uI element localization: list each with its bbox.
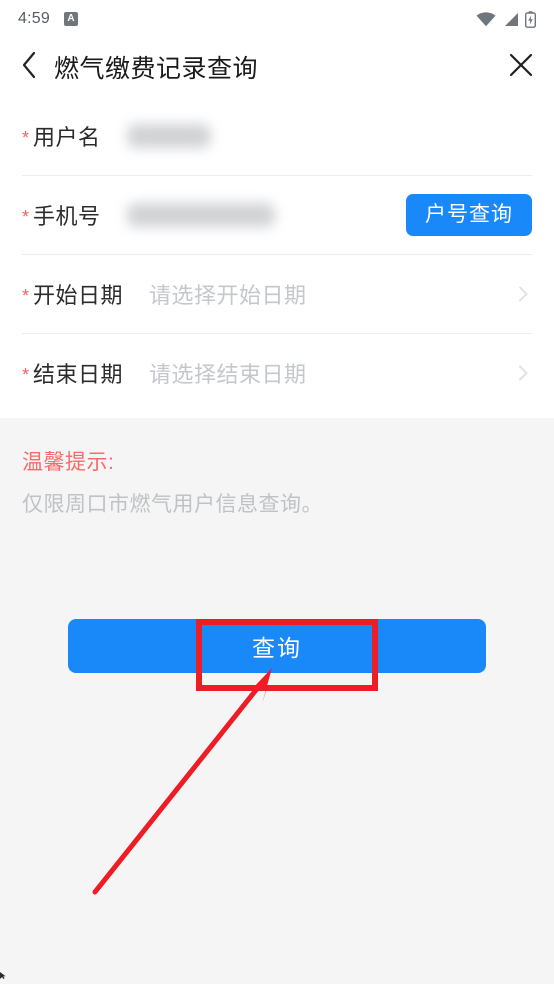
start-date-picker[interactable]: 请选择开始日期 xyxy=(149,278,508,310)
corner-artifact-icon xyxy=(0,972,6,979)
tips-section: 温馨提示: 仅限周口市燃气用户信息查询。 xyxy=(0,418,554,518)
account-lookup-button[interactable]: 户号查询 xyxy=(406,194,532,236)
field-label-phone: 手机号 xyxy=(33,204,101,229)
field-label-start-date: 开始日期 xyxy=(33,283,124,308)
redacted-phone-value xyxy=(126,203,275,227)
required-marker: * xyxy=(22,286,30,306)
form-row-start-date[interactable]: * 开始日期 请选择开始日期 xyxy=(22,254,532,333)
required-marker: * xyxy=(22,365,30,385)
signal-icon xyxy=(502,12,519,27)
status-bar-right xyxy=(476,10,536,28)
tips-body: 仅限周口市燃气用户信息查询。 xyxy=(22,493,323,516)
wifi-icon xyxy=(476,11,496,27)
form-row-end-date[interactable]: * 结束日期 请选择结束日期 xyxy=(22,333,532,412)
required-marker: * xyxy=(22,127,30,148)
page-title: 燃气缴费记录查询 xyxy=(54,55,259,83)
app-notification-icon: A xyxy=(63,12,78,26)
close-button[interactable] xyxy=(506,52,536,82)
phone-screen: 4:59 A 燃气缴费记录查询 * 用户名 * 手机号 户号查询 * 开始日期 … xyxy=(0,0,554,984)
chevron-right-icon xyxy=(508,285,532,303)
phone-input[interactable] xyxy=(126,203,406,227)
redacted-username-value xyxy=(126,123,211,148)
status-bar: 4:59 A xyxy=(0,0,554,38)
end-date-picker[interactable]: 请选择结束日期 xyxy=(149,357,508,389)
submit-area: 查询 xyxy=(68,619,486,673)
field-label-username: 用户名 xyxy=(33,124,101,150)
required-marker: * xyxy=(22,207,30,227)
form-row-username[interactable]: * 用户名 xyxy=(22,96,532,175)
query-form: * 用户名 * 手机号 户号查询 * 开始日期 请选择开始日期 * 结束日期 请… xyxy=(0,96,554,418)
status-bar-left: 4:59 A xyxy=(18,10,78,28)
chevron-left-icon xyxy=(21,51,37,84)
close-icon xyxy=(508,52,534,83)
chevron-right-icon xyxy=(508,364,532,382)
back-button[interactable] xyxy=(16,50,42,84)
username-input[interactable] xyxy=(126,123,532,148)
tips-title: 温馨提示: xyxy=(22,451,115,474)
status-time: 4:59 xyxy=(18,10,50,27)
end-date-placeholder: 请选择结束日期 xyxy=(149,362,307,387)
start-date-placeholder: 请选择开始日期 xyxy=(149,283,307,308)
nav-bar: 燃气缴费记录查询 xyxy=(0,38,554,96)
form-row-phone[interactable]: * 手机号 户号查询 xyxy=(22,175,532,254)
battery-charging-icon xyxy=(525,10,536,28)
query-submit-button[interactable]: 查询 xyxy=(68,619,486,673)
field-label-end-date: 结束日期 xyxy=(33,362,124,387)
